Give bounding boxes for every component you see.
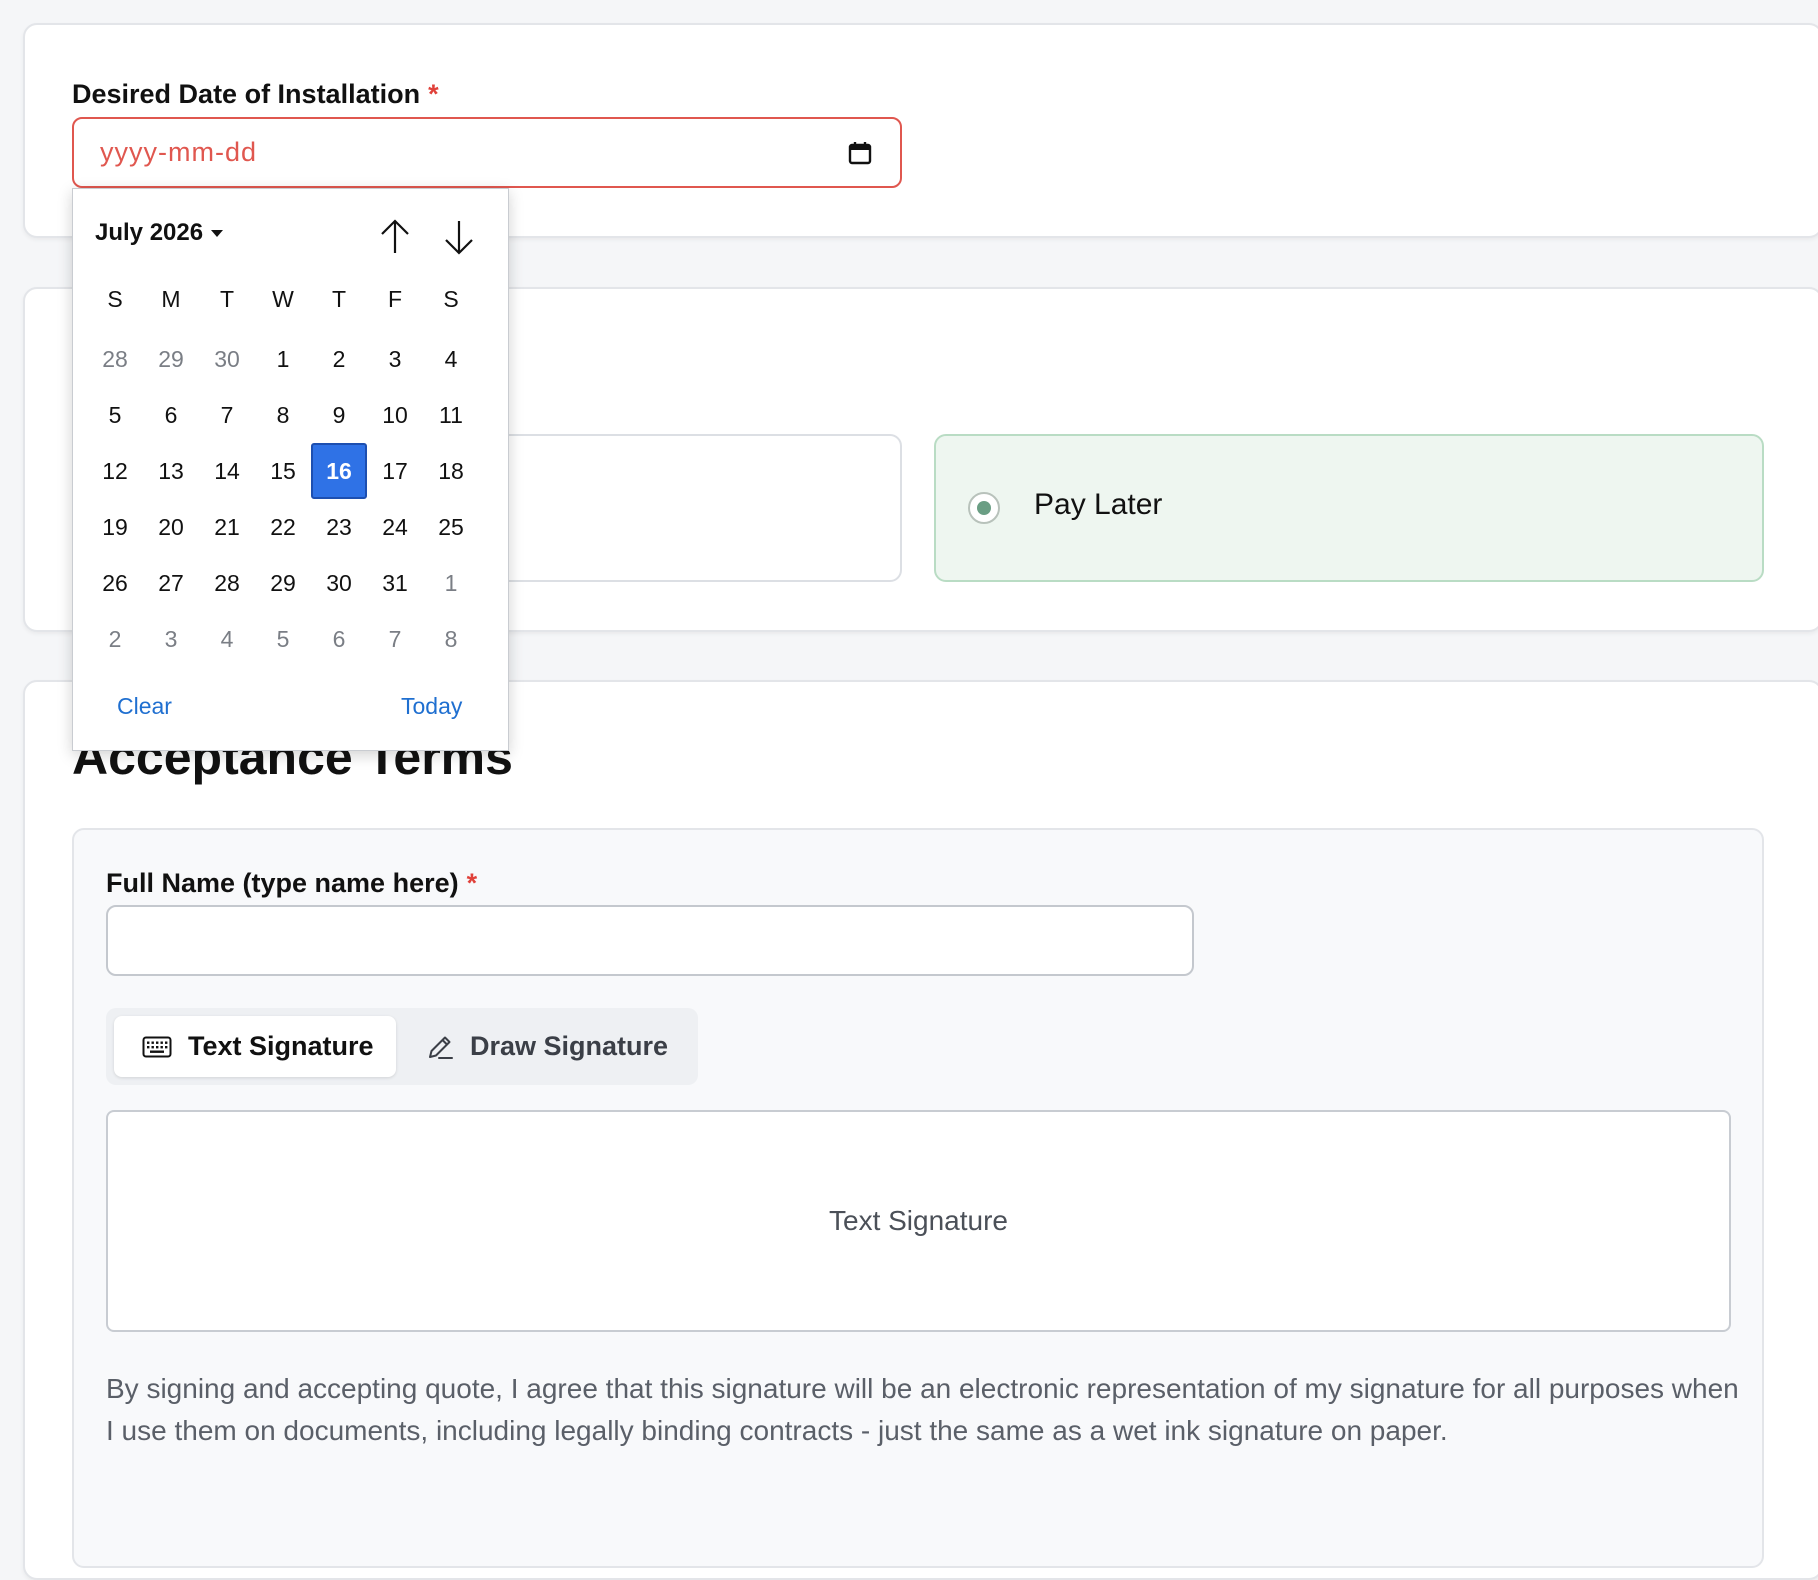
- day-cell[interactable]: 29: [255, 555, 311, 611]
- day-cell[interactable]: 4: [199, 611, 255, 667]
- pay-later-radio[interactable]: [968, 492, 1000, 524]
- required-asterisk: *: [466, 868, 478, 898]
- day-cell[interactable]: 22: [255, 499, 311, 555]
- day-cell[interactable]: 20: [143, 499, 199, 555]
- day-cell[interactable]: 7: [367, 611, 423, 667]
- calendar-icon[interactable]: [848, 141, 872, 165]
- day-grid: 28 29 30 1 2 3 4 5 6 7 8 9 10 11 12 13 14 15 16 17 18 19 20 21 2…: [87, 331, 479, 667]
- terms-text: By signing and accepting quote, I agree …: [106, 1373, 1739, 1446]
- day-cell[interactable]: 28: [87, 331, 143, 387]
- clear-button[interactable]: Clear: [117, 693, 172, 720]
- payment-option-pay-later[interactable]: Pay Later: [934, 434, 1764, 582]
- signature-box[interactable]: Text Signature: [106, 1110, 1731, 1332]
- weekday-label: F: [387, 285, 403, 312]
- day-cell[interactable]: 30: [199, 331, 255, 387]
- day-cell[interactable]: 29: [143, 331, 199, 387]
- day-cell[interactable]: 13: [143, 443, 199, 499]
- month-label: July 2026: [95, 219, 204, 246]
- signature-placeholder: Text Signature: [829, 1205, 1008, 1236]
- day-cell[interactable]: 6: [143, 387, 199, 443]
- datepicker-popup: July 2026 SMTWTFS 28 29 30 1 2 3 4 5 6 7 8 9 10 11 12 1…: [72, 188, 509, 751]
- day-cell[interactable]: 27: [143, 555, 199, 611]
- tab-text-signature-label: Text Signature: [188, 1031, 374, 1061]
- day-cell[interactable]: 6: [311, 611, 367, 667]
- required-asterisk: *: [428, 79, 439, 109]
- day-cell[interactable]: 5: [255, 611, 311, 667]
- day-cell[interactable]: 30: [311, 555, 367, 611]
- keyboard-icon: [142, 1036, 172, 1057]
- tab-text-signature[interactable]: Text Signature: [114, 1016, 396, 1077]
- day-cell[interactable]: 28: [199, 555, 255, 611]
- month-selector[interactable]: July 2026: [95, 219, 224, 247]
- day-cell[interactable]: 24: [367, 499, 423, 555]
- weekday-label: M: [161, 285, 181, 312]
- day-cell[interactable]: 2: [311, 331, 367, 387]
- full-name-input[interactable]: [106, 905, 1194, 976]
- weekday-label: T: [331, 285, 347, 312]
- day-cell[interactable]: 5: [87, 387, 143, 443]
- day-cell[interactable]: 12: [87, 443, 143, 499]
- weekday-label: W: [272, 285, 294, 312]
- day-cell[interactable]: 26: [87, 555, 143, 611]
- tab-draw-signature[interactable]: Draw Signature: [406, 1016, 686, 1077]
- install-date-input[interactable]: yyyy-mm-dd: [72, 117, 902, 188]
- day-cell[interactable]: 19: [87, 499, 143, 555]
- day-cell[interactable]: 11: [423, 387, 479, 443]
- tab-draw-signature-label: Draw Signature: [470, 1031, 669, 1061]
- day-cell[interactable]: 15: [255, 443, 311, 499]
- day-cell-selected[interactable]: 16: [311, 443, 367, 499]
- weekday-label: S: [107, 285, 123, 312]
- day-cell[interactable]: 21: [199, 499, 255, 555]
- install-date-label: Desired Date of Installation *: [72, 79, 439, 109]
- day-cell[interactable]: 23: [311, 499, 367, 555]
- day-cell[interactable]: 1: [423, 555, 479, 611]
- full-name-label: Full Name (type name here) *: [106, 868, 478, 898]
- day-cell[interactable]: 3: [143, 611, 199, 667]
- day-cell[interactable]: 2: [87, 611, 143, 667]
- signature-tabs: Text Signature Draw Signature: [106, 1008, 698, 1085]
- day-cell[interactable]: 8: [255, 387, 311, 443]
- day-cell[interactable]: 25: [423, 499, 479, 555]
- weekday-label: T: [219, 285, 235, 312]
- today-button[interactable]: Today: [401, 693, 462, 720]
- day-cell[interactable]: 14: [199, 443, 255, 499]
- arrow-up-icon[interactable]: [377, 217, 413, 257]
- pen-icon: [429, 1036, 453, 1059]
- day-cell[interactable]: 1: [255, 331, 311, 387]
- day-cell[interactable]: 10: [367, 387, 423, 443]
- caret-down-icon: [211, 229, 224, 237]
- day-cell[interactable]: 4: [423, 331, 479, 387]
- day-cell[interactable]: 8: [423, 611, 479, 667]
- weekday-label: S: [443, 285, 459, 312]
- day-cell[interactable]: 18: [423, 443, 479, 499]
- weekday-header: SMTWTFS: [87, 271, 479, 327]
- pay-later-label: Pay Later: [1034, 488, 1163, 521]
- day-cell[interactable]: 7: [199, 387, 255, 443]
- date-placeholder: yyyy-mm-dd: [100, 137, 257, 167]
- day-cell[interactable]: 17: [367, 443, 423, 499]
- arrow-down-icon[interactable]: [441, 217, 477, 257]
- day-cell[interactable]: 31: [367, 555, 423, 611]
- day-cell[interactable]: 9: [311, 387, 367, 443]
- day-cell[interactable]: 3: [367, 331, 423, 387]
